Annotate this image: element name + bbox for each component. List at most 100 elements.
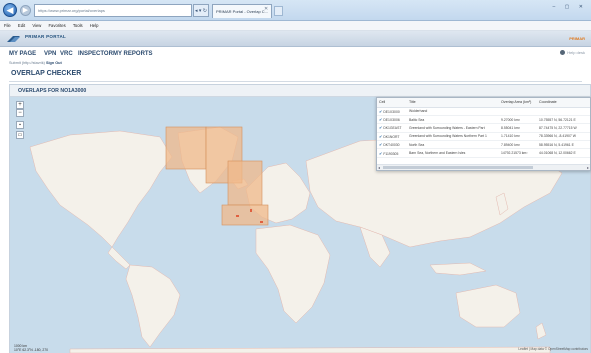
portal-logo-icon bbox=[7, 36, 20, 42]
overlap-layer bbox=[165, 126, 269, 226]
cell-id: DK1GEAST bbox=[383, 126, 402, 131]
user-info: Submit (http://stavrik) bbox=[9, 61, 45, 65]
cell-coordinate: 58.95516 N, 5.41961 E bbox=[537, 140, 590, 150]
africa-shape bbox=[255, 224, 331, 324]
scroll-right-icon[interactable]: ▸ bbox=[587, 165, 589, 170]
portal-header: PRIMAR PORTAL PRIMAR bbox=[0, 31, 591, 47]
menu-file[interactable]: File bbox=[4, 23, 11, 28]
menu-help[interactable]: Help bbox=[90, 23, 99, 28]
browser-tab[interactable]: PRIMAR Portal - Overlap C... bbox=[212, 4, 272, 18]
cell-id: F1190305 bbox=[383, 151, 399, 156]
nav-my-reports[interactable]: MY REPORTS bbox=[113, 51, 153, 57]
window-controls[interactable]: – ▢ ✕ bbox=[553, 4, 587, 10]
overlap-marker bbox=[236, 215, 239, 217]
zoom-out-button[interactable]: − bbox=[16, 109, 24, 117]
column-header-area[interactable]: Overlap Area (km²) bbox=[499, 98, 537, 108]
cell-area: 8.55041 km² bbox=[499, 123, 537, 133]
menu-tools[interactable]: Tools bbox=[73, 23, 83, 28]
cell-title: Greenland with Surrounding Waters - East… bbox=[407, 123, 499, 133]
address-controls[interactable]: ◂ ▾ ↻ bbox=[193, 4, 209, 17]
cell-title: Greenland with Surrounding Waters Northe… bbox=[407, 132, 499, 142]
check-icon: ✔ bbox=[379, 108, 383, 114]
nav-inspector[interactable]: INSPECTOR bbox=[78, 51, 113, 57]
south-america-shape bbox=[125, 264, 181, 348]
nav-vrc[interactable]: VRC bbox=[60, 51, 73, 57]
cell-title: Barn Sea, Northern and Eastern Isles bbox=[407, 148, 499, 158]
cell-id: DK1NORT bbox=[383, 134, 400, 139]
panel-title: OVERLAPS FOR NO1A3000 bbox=[10, 85, 590, 97]
menu-edit[interactable]: Edit bbox=[18, 23, 25, 28]
table-row[interactable]: ✔ DE1X3006 Baltic Sea 9.27000 km² 10.755… bbox=[377, 115, 590, 125]
cell-coordinate: 10.75557 N, 56.72121 E bbox=[537, 115, 590, 125]
cell-id: DKT40030 bbox=[383, 143, 400, 148]
column-header-coordinate[interactable]: Coordinate bbox=[537, 98, 590, 108]
cell-area: 9.27000 km² bbox=[499, 115, 537, 125]
browser-titlebar: ◀ ▶ https://www.primar.org/portal/overla… bbox=[0, 0, 591, 21]
check-icon: ✔ bbox=[379, 150, 383, 156]
nav-my-page[interactable]: MY PAGE bbox=[9, 51, 36, 57]
table-scrollbar[interactable]: ◂ ▸ bbox=[377, 164, 590, 170]
nav-vpn[interactable]: VPN bbox=[44, 51, 56, 57]
address-bar[interactable]: https://www.primar.org/portal/overlaps bbox=[34, 4, 192, 17]
cell-coordinate: 78.33966 N, -8.41907 W bbox=[537, 132, 590, 142]
help-link[interactable]: Help desk bbox=[560, 50, 585, 56]
scroll-left-icon[interactable]: ◂ bbox=[378, 165, 380, 170]
results-table: Cell Title Overlap Area (km²) Coordinate… bbox=[376, 97, 591, 171]
overlap-greenland-west bbox=[165, 126, 207, 170]
cell-title: Wolderhand bbox=[407, 107, 499, 116]
forward-button[interactable]: ▶ bbox=[20, 5, 31, 16]
new-zealand-shape bbox=[535, 322, 547, 340]
cell-title: Baltic Sea bbox=[407, 115, 499, 125]
page-title: OVERLAP CHECKER bbox=[11, 70, 82, 77]
cell-coordinate: 44.01068 N, 12.00662 E bbox=[537, 148, 590, 158]
sign-out-link[interactable]: Sign Out bbox=[46, 61, 62, 65]
cell-id: DE1X3006 bbox=[383, 118, 400, 123]
overlap-scandinavia bbox=[227, 160, 263, 206]
map-coordinates: 10°E 62.3°N -180, 270 bbox=[14, 348, 49, 352]
menu-view[interactable]: View bbox=[32, 23, 41, 28]
cell-coordinate bbox=[537, 107, 590, 116]
portal-title: PRIMAR PORTAL bbox=[25, 34, 67, 39]
cell-area: 7.89400 km² bbox=[499, 140, 537, 150]
map-attribution[interactable]: Leaflet | Map data © OpenStreetMap contr… bbox=[518, 347, 588, 351]
user-line: Submit (http://stavrik) Sign Out bbox=[9, 61, 62, 65]
check-icon: ✔ bbox=[379, 142, 383, 148]
column-header-title[interactable]: Title bbox=[407, 98, 499, 108]
cell-area: 14792.21573 km² bbox=[499, 148, 537, 158]
table-row[interactable]: ✔ DK1NORT Greenland with Surrounding Wat… bbox=[377, 132, 590, 142]
browser-menubar: File Edit View Favorites Tools Help bbox=[0, 21, 591, 31]
draw-tool-button[interactable]: ▪ bbox=[16, 121, 24, 129]
menu-favorites[interactable]: Favorites bbox=[49, 23, 66, 28]
cell-area bbox=[499, 107, 537, 116]
overlap-marker bbox=[260, 221, 263, 223]
table-row[interactable]: ✔ F1190305 Barn Sea, Northern and Easter… bbox=[377, 148, 590, 158]
table-row[interactable]: ✔ DK1GEAST Greenland with Surrounding Wa… bbox=[377, 123, 590, 133]
table-header-row: Cell Title Overlap Area (km²) Coordinate bbox=[377, 98, 590, 108]
new-tab-button[interactable] bbox=[274, 6, 283, 16]
table-row[interactable]: ✔ DKT40030 North Sea 7.89400 km² 58.9551… bbox=[377, 140, 590, 150]
scrollbar-thumb[interactable] bbox=[383, 166, 533, 169]
check-icon: ✔ bbox=[379, 125, 383, 131]
main-nav: MY PAGE VPN VRC INSPECTOR MY REPORTS bbox=[0, 47, 591, 61]
check-icon: ✔ bbox=[379, 117, 383, 123]
portal-brand-right: PRIMAR bbox=[569, 36, 585, 41]
australia-shape bbox=[455, 284, 521, 328]
cell-coordinate: 87.74475 N, 22.77715 W bbox=[537, 123, 590, 133]
help-label: Help desk bbox=[567, 50, 585, 55]
north-america-shape bbox=[29, 130, 173, 248]
table-row[interactable]: ✔ DE1X3000 Wolderhand bbox=[377, 107, 590, 116]
tab-close-icon[interactable]: ✕ bbox=[264, 6, 268, 12]
divider bbox=[9, 81, 582, 82]
central-america-shape bbox=[107, 246, 131, 270]
cell-title: North Sea bbox=[407, 140, 499, 150]
cell-id: DE1X3000 bbox=[383, 109, 400, 114]
cell-area: 1.71410 km² bbox=[499, 132, 537, 142]
overlap-marker bbox=[250, 209, 252, 212]
column-header-cell[interactable]: Cell bbox=[377, 98, 407, 108]
check-icon: ✔ bbox=[379, 133, 383, 139]
antarctica-shape bbox=[69, 346, 551, 353]
back-button[interactable]: ◀ bbox=[3, 3, 17, 17]
zoom-in-button[interactable]: + bbox=[16, 101, 24, 109]
indonesia-shape bbox=[429, 262, 487, 276]
select-tool-button[interactable]: ▭ bbox=[16, 131, 24, 139]
